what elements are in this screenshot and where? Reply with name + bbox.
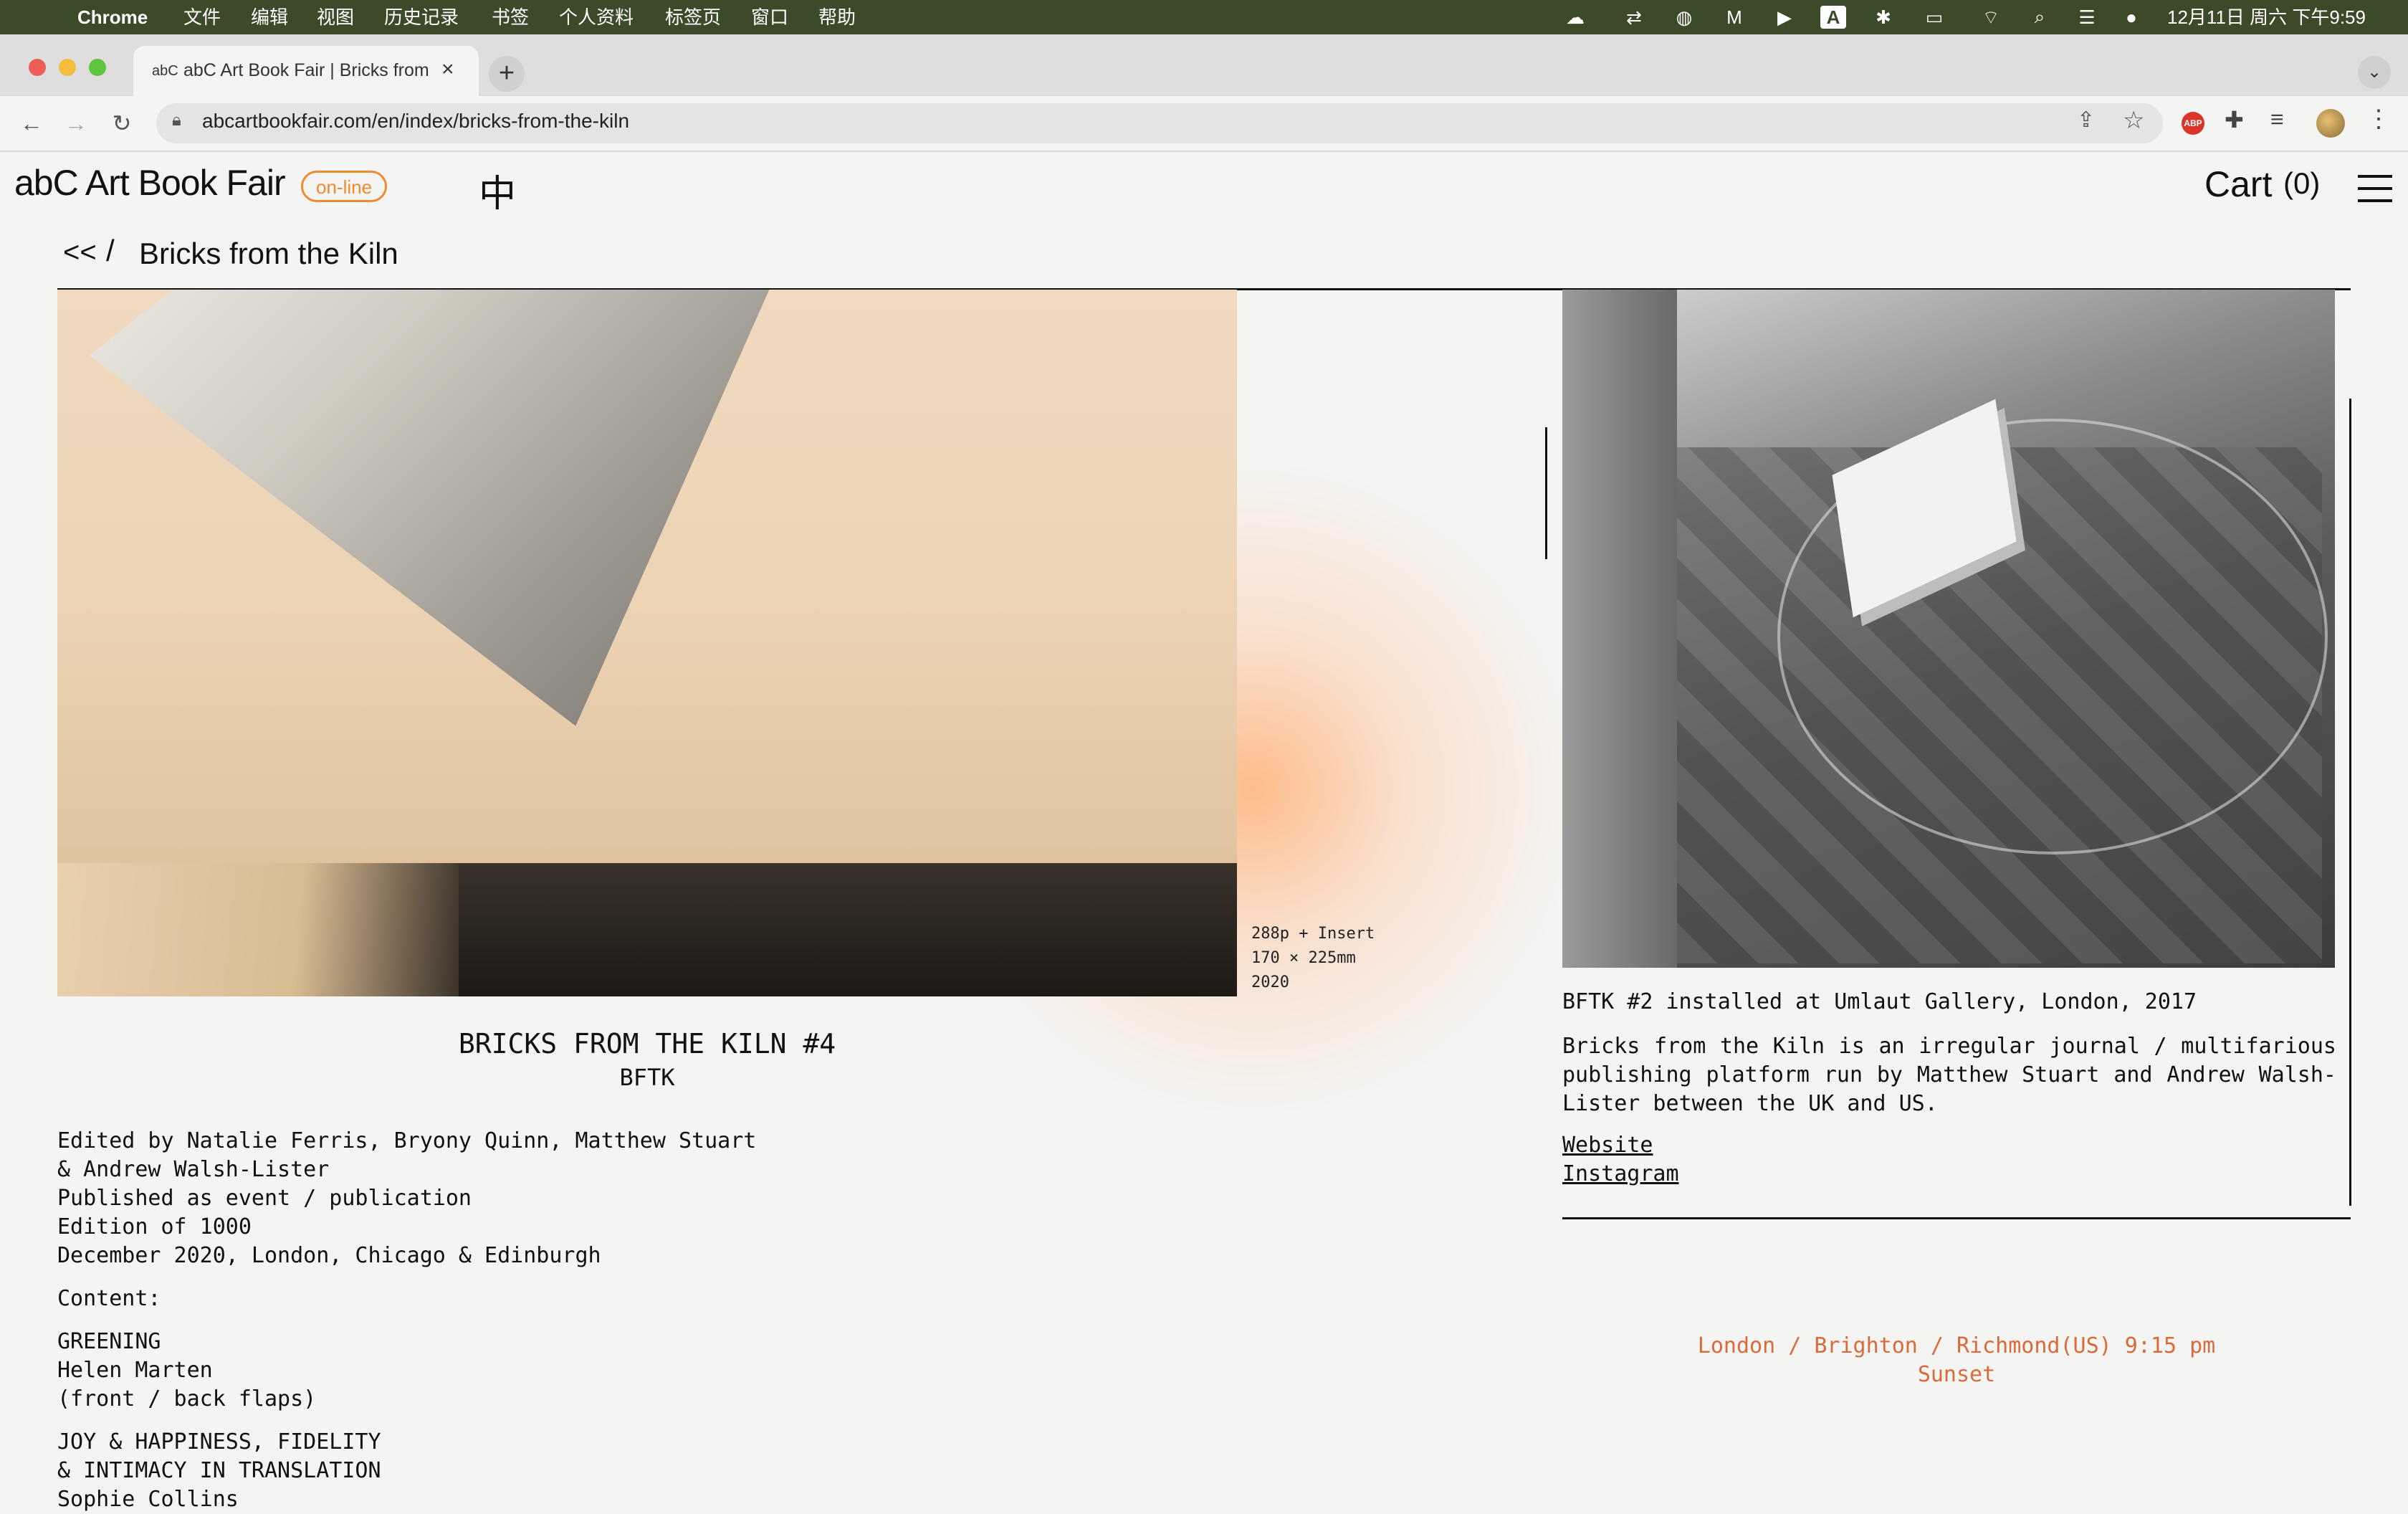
zoom-window-button[interactable]: [89, 59, 106, 76]
menu-app-name[interactable]: Chrome: [77, 6, 148, 29]
siri-icon[interactable]: ●: [2118, 6, 2144, 29]
sunset-label: Sunset: [1917, 1362, 1996, 1387]
reload-icon[interactable]: ↻: [103, 105, 140, 142]
qq-icon[interactable]: ◍: [1670, 6, 1698, 29]
content-item-title: JOY & HAPPINESS, FIDELITY: [57, 1429, 381, 1455]
share-icon[interactable]: ⇪: [2077, 108, 2095, 133]
instagram-link[interactable]: Instagram: [1562, 1161, 1679, 1186]
close-window-button[interactable]: [29, 59, 46, 76]
content-item-title: & INTIMACY IN TRANSLATION: [57, 1458, 381, 1483]
credit-line: December 2020, London, Chicago & Edinbur…: [57, 1243, 601, 1268]
publisher-description: Bricks from the Kiln is an irregular jou…: [1562, 1034, 2336, 1116]
content-item-author: Sophie Collins: [57, 1487, 239, 1512]
menu-profile[interactable]: 个人资料: [559, 6, 634, 29]
installation-photo[interactable]: [1562, 290, 2335, 968]
photo-wall: [1562, 290, 1677, 968]
book-cover-photo[interactable]: [57, 290, 1237, 996]
back-link[interactable]: <<: [63, 237, 97, 269]
creative-cloud-icon[interactable]: ☁: [1559, 6, 1591, 29]
minimize-window-button[interactable]: [59, 59, 76, 76]
site-logo[interactable]: abC Art Book Fair: [14, 162, 286, 204]
credit-line: Published as event / publication: [57, 1186, 472, 1211]
right-divider: [1562, 1217, 2351, 1219]
menu-edit[interactable]: 编辑: [251, 6, 288, 29]
m-app-icon[interactable]: M: [1719, 6, 1750, 29]
spec-year: 2020: [1251, 973, 1289, 991]
menu-window[interactable]: 窗口: [751, 6, 788, 29]
extensions-puzzle-icon[interactable]: ✚: [2225, 106, 2244, 133]
spec-pages: 288p + Insert: [1251, 925, 1375, 943]
menubar-clock[interactable]: 12月11日 周六 下午9:59: [2167, 6, 2366, 29]
content-item-author: Helen Marten: [57, 1358, 213, 1383]
content-label: Content:: [57, 1286, 161, 1311]
sync-icon[interactable]: ⇄: [1620, 6, 1648, 29]
browser-menu-icon[interactable]: ⋮: [2366, 105, 2391, 133]
cart-link[interactable]: Cart: [2204, 163, 2272, 205]
menu-view[interactable]: 视图: [317, 6, 354, 29]
reading-list-icon[interactable]: ≡: [2270, 106, 2284, 133]
content-item-note: (front / back flaps): [57, 1386, 317, 1411]
sunset-time: London / Brighton / Richmond(US) 9:15 pm: [1697, 1333, 2216, 1358]
tab-close-icon[interactable]: ×: [441, 57, 454, 82]
back-arrow-icon[interactable]: ←: [13, 105, 50, 142]
book-subtitle: BFTK: [619, 1064, 675, 1091]
profile-avatar[interactable]: [2316, 109, 2345, 138]
photo-wood-lower: [57, 863, 459, 996]
adblock-icon[interactable]: ABP: [2182, 112, 2204, 135]
forward-arrow-icon[interactable]: →: [57, 105, 95, 142]
book-credits: Edited by Natalie Ferris, Bryony Quinn, …: [57, 1127, 756, 1514]
macos-menubar: Chrome 文件 编辑 视图 历史记录 书签 个人资料 标签页 窗口 帮助 ☁…: [0, 0, 2408, 34]
credit-line: Edited by Natalie Ferris, Bryony Quinn, …: [57, 1128, 757, 1153]
input-method-icon[interactable]: A: [1820, 6, 1846, 29]
tab-search-chevron-icon[interactable]: ⌄: [2358, 56, 2391, 89]
book-title: BRICKS FROM THE KILN #4: [458, 1028, 836, 1060]
menu-file[interactable]: 文件: [183, 6, 221, 29]
hamburger-menu-icon[interactable]: [2358, 175, 2392, 202]
lock-icon[interactable]: 🔒︎: [172, 110, 181, 130]
tab-favicon-icon: abC: [152, 63, 178, 79]
right-border-line: [2349, 399, 2351, 1206]
bluetooth-icon[interactable]: ✱: [1870, 6, 1896, 29]
cart-count[interactable]: (0): [2283, 166, 2320, 201]
tab-title[interactable]: abC Art Book Fair | Bricks from: [183, 60, 434, 81]
breadcrumb-separator: /: [106, 234, 115, 267]
spotlight-icon[interactable]: ⌕: [2027, 6, 2053, 29]
book-specs: 288p + Insert 170 × 225mm 2020: [1251, 922, 1375, 995]
credit-line: Edition of 1000: [57, 1214, 252, 1239]
content-item-title: GREENING: [57, 1329, 161, 1354]
menu-help[interactable]: 帮助: [818, 6, 856, 29]
bookmark-star-icon[interactable]: ☆: [2123, 106, 2144, 135]
photo-caption: BFTK #2 installed at Umlaut Gallery, Lon…: [1562, 989, 2197, 1014]
spec-size: 170 × 225mm: [1251, 949, 1356, 967]
control-center-icon[interactable]: ☰: [2073, 6, 2101, 29]
battery-icon[interactable]: ▭: [1915, 6, 1954, 29]
website-link[interactable]: Website: [1562, 1133, 1653, 1158]
online-badge: on-line: [301, 171, 388, 202]
new-tab-button[interactable]: +: [489, 56, 525, 92]
page-title: Bricks from the Kiln: [139, 237, 398, 270]
scroll-indicator-line: [1545, 427, 1547, 559]
menu-tabs[interactable]: 标签页: [665, 6, 721, 29]
menu-history[interactable]: 历史记录: [384, 6, 459, 29]
wifi-icon[interactable]: ⌔: [1975, 6, 2007, 29]
menu-bookmarks[interactable]: 书签: [492, 6, 529, 29]
credit-line: & Andrew Walsh-Lister: [57, 1157, 330, 1182]
play-icon[interactable]: ▶: [1770, 6, 1799, 29]
language-toggle[interactable]: 中: [479, 163, 516, 217]
url-text[interactable]: abcartbookfair.com/en/index/bricks-from-…: [202, 110, 629, 133]
